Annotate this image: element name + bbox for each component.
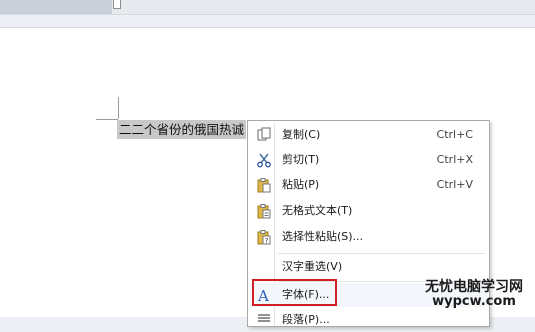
menu-item-label: 复制(C) [282, 128, 321, 141]
selected-text[interactable]: 二二个省份的俄国热诚 [117, 120, 247, 139]
indent-marker[interactable] [113, 0, 121, 9]
margin-corner-horizontal [96, 119, 118, 120]
ruler-margin [0, 0, 112, 14]
paste-special-icon: ? [256, 229, 272, 245]
menu-item-reselect-chinese[interactable]: 汉字重选(V) [250, 255, 487, 279]
menu-item-paste-plain[interactable]: 无格式文本(T) [250, 199, 487, 223]
ruler [0, 0, 535, 15]
paste-icon [256, 177, 272, 193]
menu-item-label: 段落(P)... [282, 313, 330, 326]
menu-item-paste-special[interactable]: ? 选择性粘贴(S)... [250, 225, 487, 249]
menu-item-cut[interactable]: 剪切(T) Ctrl+X [250, 148, 487, 172]
menu-item-shortcut: Ctrl+X [436, 153, 473, 166]
menu-item-label: 剪切(T) [282, 153, 320, 166]
watermark: 无忧电脑学习网 wypcw.com [425, 279, 523, 310]
menu-item-paste[interactable]: 粘贴(P) Ctrl+V [250, 173, 487, 197]
margin-corner-vertical [118, 97, 119, 119]
watermark-url: wypcw.com [432, 294, 516, 310]
paste-plain-icon [256, 203, 272, 219]
scissors-icon [256, 152, 272, 168]
menu-item-label: 无格式文本(T) [282, 204, 353, 217]
menu-item-copy[interactable]: 复制(C) Ctrl+C [250, 123, 487, 147]
svg-text:?: ? [265, 237, 269, 245]
highlight-box [252, 279, 337, 306]
menu-separator [278, 253, 485, 254]
menu-item-shortcut: Ctrl+V [436, 178, 473, 191]
menu-item-label: 粘贴(P) [282, 178, 320, 191]
paragraph-icon [256, 312, 272, 328]
menu-item-label: 汉字重选(V) [282, 260, 343, 273]
menu-item-paragraph[interactable]: 段落(P)... [250, 308, 487, 332]
copy-icon [256, 127, 272, 143]
menu-item-label: 选择性粘贴(S)... [282, 230, 364, 243]
menu-item-shortcut: Ctrl+C [436, 128, 473, 141]
watermark-title: 无忧电脑学习网 [425, 279, 523, 295]
